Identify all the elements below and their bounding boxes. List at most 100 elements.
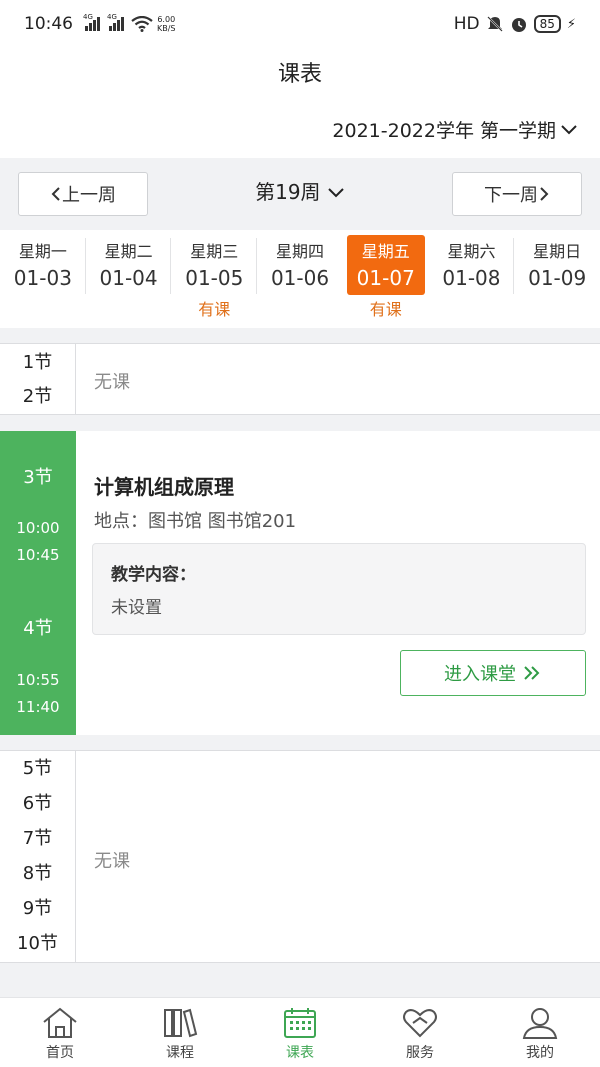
alarm-icon [511, 18, 526, 32]
teaching-content-title: 教学内容： [111, 565, 196, 585]
wifi-icon [131, 16, 153, 32]
day-selector: 星期一 01-03 星期二 01-04 星期三 01-05 有课 星期四 01-06 星期… [0, 230, 600, 328]
period-label: 1节 [22, 352, 53, 373]
week-label: 第19周 [255, 180, 321, 204]
bottom-tab-bar: 首页 课程 课表 服务 我的 [0, 997, 600, 1067]
day-mark [86, 296, 172, 316]
day-name: 星期四 [276, 242, 325, 261]
term-label: 2021-2022学年 第一学期 [332, 120, 556, 142]
next-week-button[interactable]: 下一周 [452, 172, 582, 216]
page-title: 课表 [277, 62, 322, 87]
period-column-active: 3节 10:00 10:45 4节 10:55 11:40 [0, 431, 76, 735]
tab-label: 课表 [286, 1045, 314, 1061]
period-label: 7节 [22, 828, 53, 849]
week-dropdown[interactable]: 第19周 [255, 180, 345, 204]
schedule-block-3: 5节 6节 7节 8节 9节 10节 无课 [0, 750, 600, 963]
mute-icon [486, 16, 503, 32]
day-sunday[interactable]: 星期日 01-09 [514, 230, 600, 328]
home-icon [43, 1007, 77, 1038]
day-friday-selected[interactable]: 星期五 01-07 有课 [343, 230, 429, 328]
battery-indicator: 85 [533, 15, 561, 33]
tab-courses[interactable]: 课程 [120, 998, 240, 1067]
day-mark: 有课 [198, 300, 231, 319]
period-label: 3节 [23, 467, 53, 488]
heart-icon [403, 1009, 437, 1038]
page-header: 课表 2021-2022学年 第一学期 [0, 48, 600, 158]
teaching-content-box: 教学内容： 未设置 [92, 543, 586, 635]
day-name: 星期二 [104, 242, 153, 261]
day-name: 星期一 [18, 242, 67, 261]
tab-label: 首页 [46, 1045, 74, 1061]
day-mark [514, 296, 600, 316]
period-end-time: 10:45 [16, 546, 60, 564]
period-label: 8节 [22, 863, 53, 884]
teaching-content-value: 未设置 [111, 598, 162, 618]
day-date: 01-09 [528, 266, 587, 290]
day-name: 星期日 [533, 242, 582, 261]
course-name: 计算机组成原理 [94, 475, 234, 499]
double-chevron-right-icon [524, 666, 540, 680]
next-week-label: 下一周 [484, 185, 538, 206]
period-column: 1节 2节 [0, 344, 76, 414]
period-label: 2节 [22, 386, 53, 407]
tab-schedule[interactable]: 课表 [240, 998, 360, 1067]
net-speed: 6.00 KB/S [157, 15, 176, 33]
day-thursday[interactable]: 星期四 01-06 [257, 230, 343, 328]
tab-label: 服务 [406, 1045, 434, 1061]
day-date: 01-07 [356, 266, 415, 290]
period-start-time: 10:00 [16, 519, 60, 537]
period-column: 5节 6节 7节 8节 9节 10节 [0, 751, 76, 962]
day-mark [0, 296, 86, 316]
day-name: 星期六 [447, 242, 496, 261]
period-label: 6节 [22, 793, 53, 814]
period-end-time: 11:40 [16, 698, 60, 716]
day-date: 01-05 [185, 266, 244, 290]
prev-week-label: 上一周 [62, 185, 116, 206]
day-saturday[interactable]: 星期六 01-08 [429, 230, 515, 328]
day-date: 01-03 [13, 266, 72, 290]
day-mark [429, 296, 515, 316]
period-label: 5节 [22, 758, 53, 779]
status-bar: 10:46 4G 4G 6.00 KB/S HD 85 ⚡ [0, 0, 600, 48]
day-monday[interactable]: 星期一 01-03 [0, 230, 86, 328]
day-date: 01-08 [442, 266, 501, 290]
tab-services[interactable]: 服务 [360, 998, 480, 1067]
tab-home[interactable]: 首页 [0, 998, 120, 1067]
no-class-text: 无课 [94, 372, 130, 393]
day-mark: 有课 [369, 300, 402, 319]
day-date: 01-04 [99, 266, 158, 290]
books-icon [164, 1008, 198, 1038]
signal-icon-2: 4G [107, 13, 125, 31]
period-label: 10节 [17, 933, 58, 954]
enter-classroom-label: 进入课堂 [444, 664, 516, 685]
chevron-down-icon [328, 188, 344, 198]
tab-profile[interactable]: 我的 [480, 998, 600, 1067]
day-wednesday[interactable]: 星期三 01-05 有课 [171, 230, 258, 328]
tab-label: 课程 [166, 1045, 194, 1061]
chevron-left-icon [51, 187, 60, 201]
schedule-block-1: 1节 2节 无课 [0, 343, 600, 415]
day-mark [257, 296, 343, 316]
status-time: 10:46 [24, 14, 73, 34]
no-class-text: 无课 [94, 851, 130, 872]
signal-icon: 4G [83, 13, 101, 31]
week-navigation: 上一周 第19周 下一周 [0, 158, 600, 230]
chevron-right-icon [540, 187, 549, 201]
day-date: 01-06 [270, 266, 330, 290]
calendar-icon [284, 1008, 316, 1038]
hd-indicator: HD [453, 14, 480, 34]
user-icon [522, 1008, 558, 1039]
period-label: 9节 [22, 898, 53, 919]
schedule-block-2: 3节 10:00 10:45 4节 10:55 11:40 计算机组成原理 地点… [0, 431, 600, 735]
chevron-down-icon [561, 124, 577, 134]
term-selector[interactable]: 2021-2022学年 第一学期 [332, 116, 578, 143]
period-start-time: 10:55 [16, 671, 60, 689]
day-name: 星期三 [190, 242, 239, 261]
tab-label: 我的 [526, 1045, 554, 1061]
charging-icon: ⚡ [566, 16, 576, 32]
prev-week-button[interactable]: 上一周 [18, 172, 148, 216]
day-tuesday[interactable]: 星期二 01-04 [86, 230, 172, 328]
period-label: 4节 [23, 618, 53, 639]
enter-classroom-button[interactable]: 进入课堂 [400, 650, 586, 696]
day-name: 星期五 [361, 242, 410, 261]
